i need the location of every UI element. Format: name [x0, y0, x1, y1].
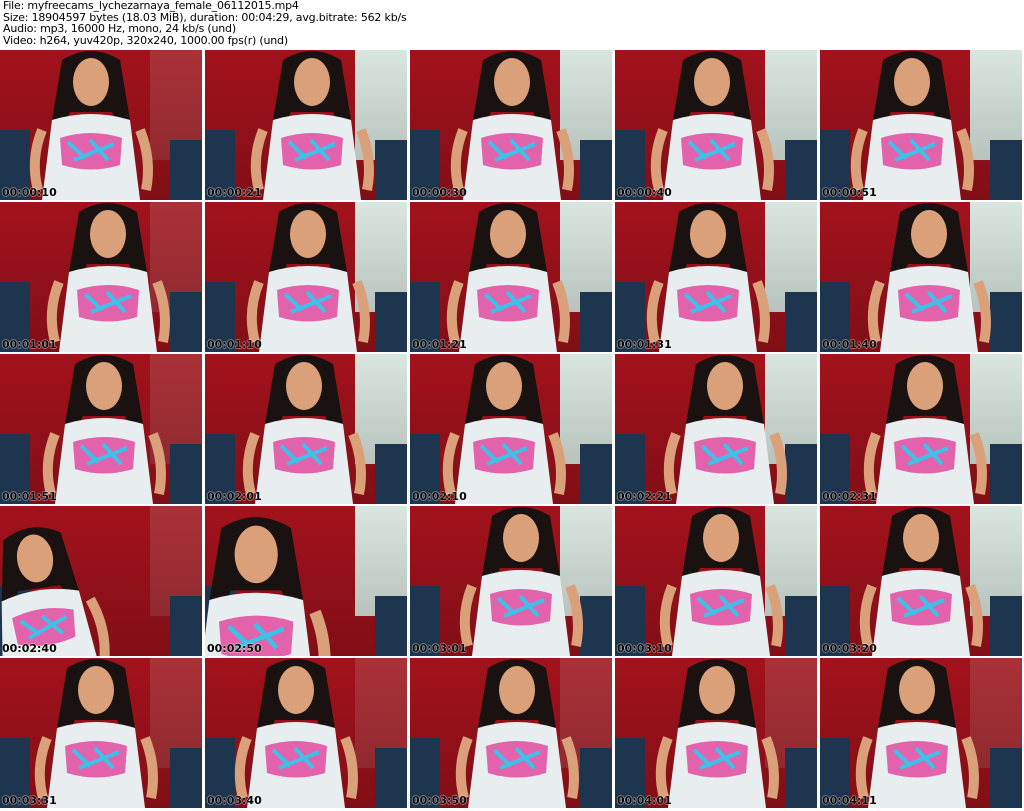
- file-name-line: File: myfreecams_lychezarnaya_female_061…: [3, 0, 299, 12]
- timestamp-label: 00:03:40: [207, 794, 262, 807]
- timestamp-label: 00:04:01: [617, 794, 672, 807]
- video-frame-image: [820, 50, 1022, 200]
- video-frame-image: [410, 658, 612, 808]
- thumbnail-00-03-10[interactable]: 00:03:10: [615, 506, 817, 656]
- thumbnail-00-03-31[interactable]: 00:03:31: [0, 658, 202, 808]
- video-frame-image: [0, 506, 202, 656]
- video-frame-image: [205, 202, 407, 352]
- thumbnail-00-03-50[interactable]: 00:03:50: [410, 658, 612, 808]
- video-frame-image: [820, 202, 1022, 352]
- timestamp-label: 00:02:10: [412, 490, 467, 503]
- thumbnail-00-01-10[interactable]: 00:01:10: [205, 202, 407, 352]
- timestamp-label: 00:03:20: [822, 642, 877, 655]
- video-frame-image: [205, 354, 407, 504]
- video-frame-image: [0, 50, 202, 200]
- thumbnail-00-00-30[interactable]: 00:00:30: [410, 50, 612, 200]
- timestamp-label: 00:03:31: [2, 794, 57, 807]
- timestamp-label: 00:02:01: [207, 490, 262, 503]
- timestamp-label: 00:02:50: [207, 642, 262, 655]
- thumbnail-00-02-40[interactable]: 00:02:40: [0, 506, 202, 656]
- thumbnail-00-03-40[interactable]: 00:03:40: [205, 658, 407, 808]
- thumbnail-00-04-01[interactable]: 00:04:01: [615, 658, 817, 808]
- timestamp-label: 00:01:51: [2, 490, 57, 503]
- thumbnail-00-04-11[interactable]: 00:04:11: [820, 658, 1022, 808]
- timestamp-label: 00:03:50: [412, 794, 467, 807]
- video-frame-image: [410, 202, 612, 352]
- audio-info-line: Audio: mp3, 16000 Hz, mono, 24 kb/s (und…: [3, 22, 236, 35]
- video-frame-image: [205, 50, 407, 200]
- thumbnail-00-01-51[interactable]: 00:01:51: [0, 354, 202, 504]
- video-frame-image: [820, 354, 1022, 504]
- video-frame-image: [820, 506, 1022, 656]
- thumbnail-00-02-50[interactable]: 00:02:50: [205, 506, 407, 656]
- video-frame-image: [410, 50, 612, 200]
- timestamp-label: 00:01:40: [822, 338, 877, 351]
- timestamp-label: 00:01:10: [207, 338, 262, 351]
- thumbnail-00-00-10[interactable]: 00:00:10: [0, 50, 202, 200]
- video-frame-image: [820, 658, 1022, 808]
- thumbnail-00-02-21[interactable]: 00:02:21: [615, 354, 817, 504]
- thumbnail-00-03-20[interactable]: 00:03:20: [820, 506, 1022, 656]
- video-frame-image: [205, 506, 407, 656]
- video-frame-image: [0, 202, 202, 352]
- thumbnail-00-02-01[interactable]: 00:02:01: [205, 354, 407, 504]
- timestamp-label: 00:02:31: [822, 490, 877, 503]
- video-frame-image: [615, 50, 817, 200]
- video-frame-image: [615, 506, 817, 656]
- timestamp-label: 00:03:01: [412, 642, 467, 655]
- thumbnail-00-00-21[interactable]: 00:00:21: [205, 50, 407, 200]
- file-info-header: File: myfreecams_lychezarnaya_female_061…: [3, 0, 407, 46]
- thumbnail-00-01-21[interactable]: 00:01:21: [410, 202, 612, 352]
- timestamp-label: 00:01:31: [617, 338, 672, 351]
- timestamp-label: 00:03:10: [617, 642, 672, 655]
- video-frame-image: [615, 658, 817, 808]
- timestamp-label: 00:02:21: [617, 490, 672, 503]
- thumbnail-00-03-01[interactable]: 00:03:01: [410, 506, 612, 656]
- video-frame-image: [410, 506, 612, 656]
- thumbnail-00-00-40[interactable]: 00:00:40: [615, 50, 817, 200]
- thumbnail-00-01-31[interactable]: 00:01:31: [615, 202, 817, 352]
- thumbnail-00-02-10[interactable]: 00:02:10: [410, 354, 612, 504]
- video-frame-image: [615, 354, 817, 504]
- timestamp-label: 00:02:40: [2, 642, 57, 655]
- timestamp-label: 00:00:21: [207, 186, 262, 199]
- timestamp-label: 00:01:21: [412, 338, 467, 351]
- video-frame-image: [205, 658, 407, 808]
- thumbnail-00-02-31[interactable]: 00:02:31: [820, 354, 1022, 504]
- timestamp-label: 00:00:51: [822, 186, 877, 199]
- timestamp-label: 00:00:40: [617, 186, 672, 199]
- thumbnail-00-00-51[interactable]: 00:00:51: [820, 50, 1022, 200]
- video-frame-image: [615, 202, 817, 352]
- video-info-line: Video: h264, yuv420p, 320x240, 1000.00 f…: [3, 33, 288, 47]
- timestamp-label: 00:04:11: [822, 794, 877, 807]
- video-frame-image: [0, 354, 202, 504]
- thumbnail-00-01-40[interactable]: 00:01:40: [820, 202, 1022, 352]
- timestamp-label: 00:00:30: [412, 186, 467, 199]
- timestamp-label: 00:01:01: [2, 338, 57, 351]
- thumbnail-00-01-01[interactable]: 00:01:01: [0, 202, 202, 352]
- thumbnail-grid: 00:00:10 00:00:21 00:00:30 00:00:40 00:0…: [0, 50, 1024, 811]
- video-frame-image: [0, 658, 202, 808]
- video-frame-image: [410, 354, 612, 504]
- timestamp-label: 00:00:10: [2, 186, 57, 199]
